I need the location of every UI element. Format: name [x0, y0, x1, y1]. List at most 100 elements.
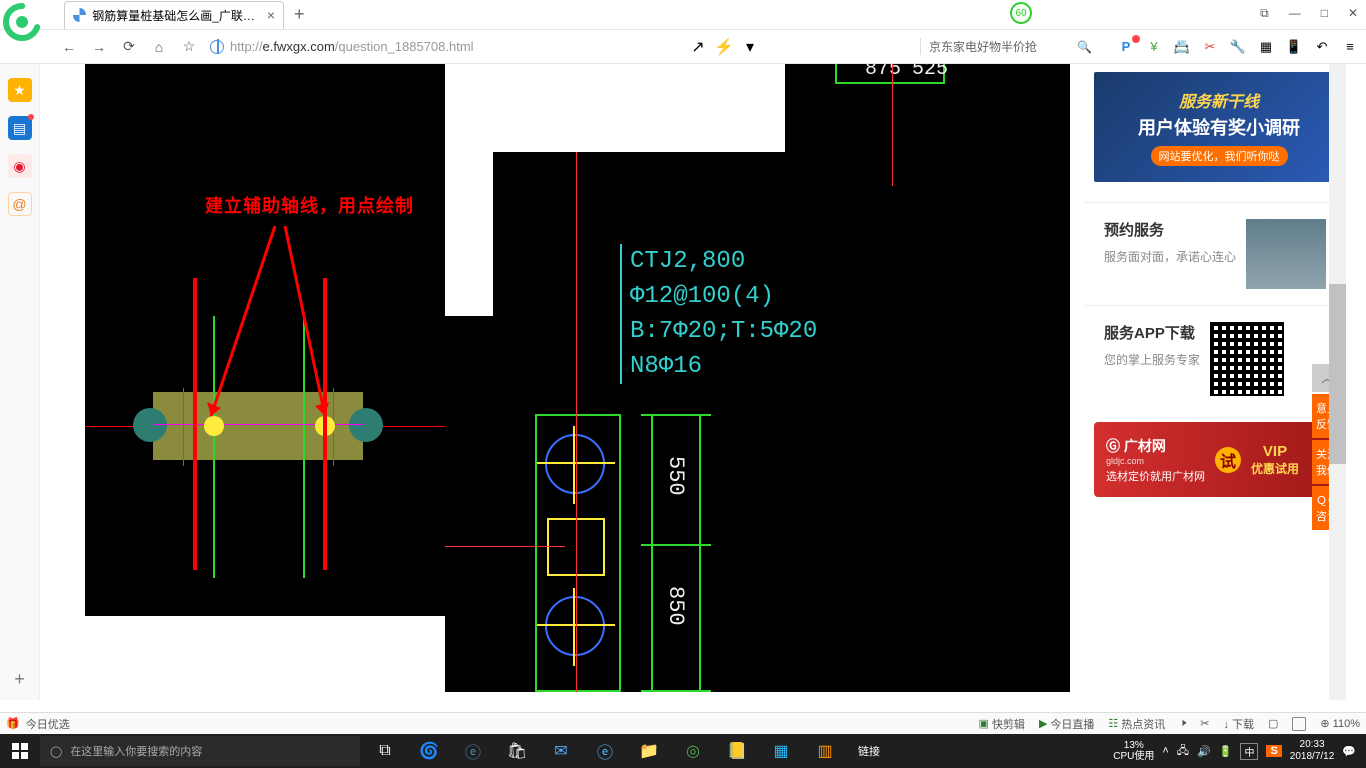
status-square-icon[interactable]: [1292, 717, 1306, 731]
browser-tab[interactable]: 钢筋算量桩基础怎么画_广联达服 ×: [64, 1, 284, 29]
notifications-icon[interactable]: 💬: [1342, 745, 1356, 758]
app-360-icon[interactable]: ◎: [672, 734, 714, 768]
address-bar[interactable]: http://e.fwxgx.com/question_1885708.html: [210, 39, 670, 54]
weibo-icon[interactable]: ◉: [8, 154, 32, 178]
status-zoom[interactable]: ⊕ 110%: [1320, 717, 1360, 730]
nav-reload-icon[interactable]: ⟳: [120, 38, 138, 56]
tray-up-icon[interactable]: ˄: [1162, 745, 1168, 757]
status-quickedit[interactable]: ▣ 快剪辑: [979, 716, 1025, 732]
ad1-pill: 网站要优化，我们听你哒: [1151, 146, 1288, 166]
wrench-icon[interactable]: 🔧: [1230, 39, 1246, 55]
tray-battery-icon[interactable]: 🔋: [1219, 745, 1233, 758]
app-note-icon[interactable]: 📒: [716, 734, 758, 768]
app-mail-icon[interactable]: ✉: [540, 734, 582, 768]
nav-home-icon[interactable]: ⌂: [150, 38, 168, 56]
nav-back-icon[interactable]: ←: [60, 38, 78, 56]
app-swirl-icon[interactable]: 🌀: [408, 734, 450, 768]
service1-title: 预约服务: [1104, 219, 1236, 240]
window-minimize-icon[interactable]: —: [1289, 6, 1301, 21]
ad-banner-1[interactable]: 服务新干线 用户体验有奖小调研 网站要优化，我们听你哒: [1094, 72, 1344, 182]
tray-volume-icon[interactable]: 🔊: [1197, 745, 1211, 758]
window-maximize-icon[interactable]: □: [1321, 6, 1328, 21]
gift-icon[interactable]: 🎁: [6, 717, 20, 730]
app-edge-icon[interactable]: ⓔ: [452, 734, 494, 768]
app-orange-icon[interactable]: ▥: [804, 734, 846, 768]
dim-525: 525: [912, 64, 948, 81]
status-live[interactable]: ▶ 今日直播: [1039, 716, 1094, 732]
cad-label-phi12: Φ12@100(4): [630, 281, 774, 312]
cortana-icon: ◯: [50, 745, 62, 758]
status-bar: 🎁 今日优选 ▣ 快剪辑 ▶ 今日直播 ☷ 热点资讯 🕨 ✂ ↓ 下载 ▢ ⊕ …: [0, 712, 1366, 734]
status-mute-icon[interactable]: 🕨: [1179, 717, 1186, 730]
status-news[interactable]: ☷ 热点资讯: [1108, 716, 1165, 732]
phone-icon[interactable]: 📱: [1286, 39, 1302, 55]
dim-875: 875: [865, 64, 901, 81]
cad-drawing-right: 875 525 CTJ2,800 Φ12@100(4) B:7Φ20;T:5Φ2…: [445, 64, 1070, 692]
app-link[interactable]: 链接: [848, 734, 890, 768]
cad-label-n8: N8Φ16: [630, 351, 702, 382]
right-sidebar: 服务新干线 用户体验有奖小调研 网站要优化，我们听你哒 预约服务 服务面对面，承…: [1084, 64, 1344, 700]
url-domain: e.fwxgx.com: [263, 39, 335, 54]
bolt-icon[interactable]: ⚡: [716, 39, 732, 55]
dim-850: 850: [663, 586, 688, 626]
search-placeholder: 京东家电好物半价抢: [929, 38, 1037, 55]
scrollbar-thumb[interactable]: [1329, 284, 1346, 464]
account-icon[interactable]: 📇: [1174, 39, 1190, 55]
taskbar-clock[interactable]: 20:332018/7/12: [1290, 739, 1335, 763]
cpu-meter[interactable]: 13%CPU使用: [1113, 740, 1154, 762]
browser-logo[interactable]: [2, 2, 42, 42]
service1-desc: 服务面对面，承诺心连心: [1104, 248, 1236, 267]
status-block-icon[interactable]: ✂: [1200, 717, 1209, 730]
speed-badge[interactable]: 60: [1010, 2, 1032, 24]
add-sidebar-icon[interactable]: +: [14, 669, 25, 690]
globe-icon: [210, 40, 224, 54]
url-path: /question_1885708.html: [335, 39, 474, 54]
search-icon[interactable]: 🔍: [1077, 40, 1092, 54]
tray-network-icon[interactable]: 🖧: [1177, 742, 1189, 761]
window-close-icon[interactable]: ✕: [1348, 6, 1358, 21]
cad-annotation: 建立辅助轴线，用点绘制: [205, 192, 414, 218]
ime-sogou-icon[interactable]: S: [1266, 745, 1281, 757]
new-tab-button[interactable]: +: [294, 4, 305, 25]
taskbar-search[interactable]: ◯ 在这里输入你要搜索的内容: [40, 736, 360, 766]
scissors-icon[interactable]: ✂: [1202, 39, 1218, 55]
service-box-1[interactable]: 预约服务 服务面对面，承诺心连心: [1084, 202, 1344, 305]
share-icon[interactable]: ↗: [690, 39, 706, 55]
app-store-icon[interactable]: 🛍: [496, 734, 538, 768]
status-pip-icon[interactable]: ▢: [1268, 717, 1278, 730]
tab-favicon: [73, 8, 86, 22]
service-box-2[interactable]: 服务APP下载 您的掌上服务专家: [1084, 305, 1344, 412]
ime-lang[interactable]: 中: [1240, 743, 1258, 760]
dropdown-icon[interactable]: ▾: [742, 39, 758, 55]
window-popout-icon[interactable]: ⧉: [1260, 6, 1269, 21]
favorites-icon[interactable]: ★: [8, 78, 32, 102]
app-blue-icon[interactable]: ▦: [760, 734, 802, 768]
mail-icon[interactable]: @: [8, 192, 32, 216]
news-icon[interactable]: ▤: [8, 116, 32, 140]
search-box[interactable]: 京东家电好物半价抢 🔍: [920, 38, 1100, 55]
status-download[interactable]: ↓ 下载: [1223, 716, 1254, 732]
tab-close-icon[interactable]: ×: [267, 7, 275, 23]
service2-title: 服务APP下载: [1104, 322, 1200, 343]
app-ie-icon[interactable]: ⓔ: [584, 734, 626, 768]
qr-code: [1210, 322, 1284, 396]
ad-banner-2[interactable]: Ⓖ 广材网 gldjc.com 选材定价就用广材网 试 VIP 优惠试用: [1094, 422, 1334, 497]
app-explorer-icon[interactable]: 📁: [628, 734, 670, 768]
status-left[interactable]: 今日优选: [26, 716, 70, 732]
page-content: 875 525 CTJ2,800 Φ12@100(4) B:7Φ20;T:5Φ2…: [40, 64, 1366, 700]
nav-favorite-icon[interactable]: ☆: [180, 38, 198, 56]
p-icon[interactable]: P: [1118, 39, 1134, 55]
ad1-line2: 用户体验有奖小调研: [1138, 114, 1300, 140]
yuan-icon[interactable]: ¥: [1146, 39, 1162, 55]
taskbar-search-placeholder: 在这里输入你要搜索的内容: [70, 743, 202, 759]
left-sidebar: ★ ▤ ◉ @ +: [0, 64, 40, 700]
cad-drawing-left: [85, 64, 445, 616]
taskview-icon[interactable]: ⧉: [364, 734, 406, 768]
menu-icon[interactable]: ≡: [1342, 39, 1358, 55]
cad-label-ctj: CTJ2,800: [630, 246, 745, 277]
start-button[interactable]: [0, 734, 40, 768]
grid-icon[interactable]: ▦: [1258, 39, 1274, 55]
url-prefix: http://: [230, 39, 263, 54]
nav-forward-icon[interactable]: →: [90, 38, 108, 56]
undo-icon[interactable]: ↶: [1314, 39, 1330, 55]
